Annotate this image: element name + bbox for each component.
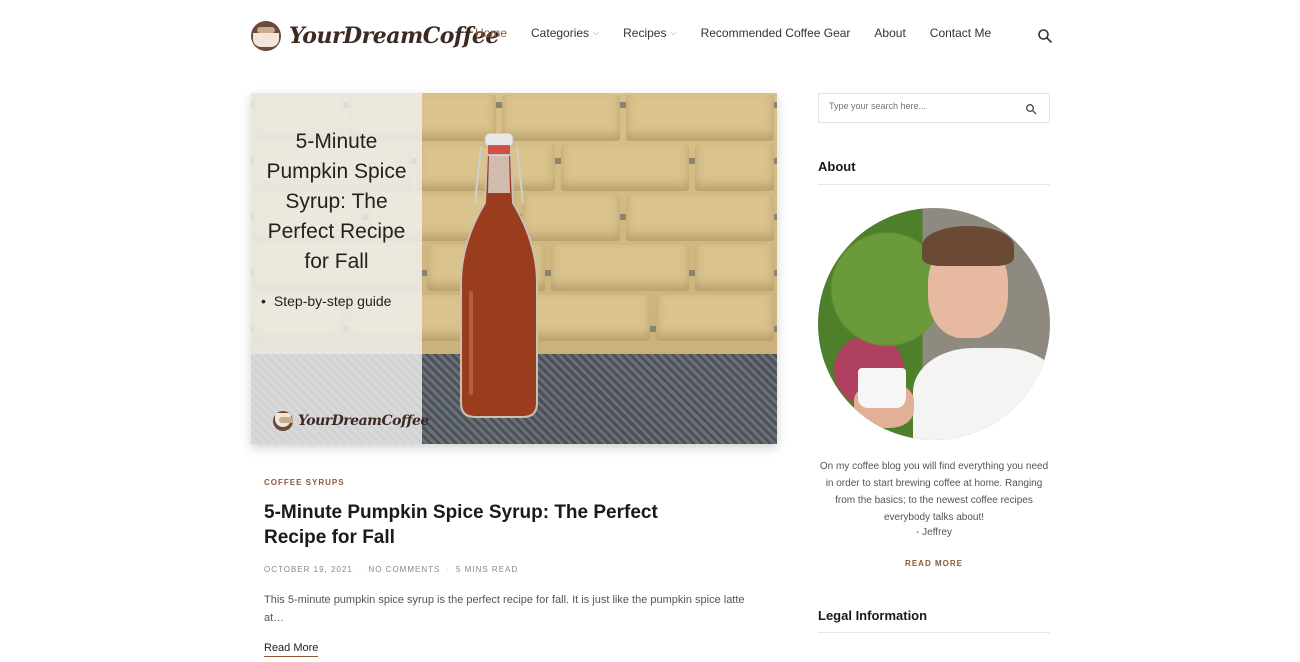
post-meta: OCTOBER 19, 2021 · NO COMMENTS · 5 MINS … xyxy=(264,565,518,574)
featured-post-image[interactable]: 5-Minute Pumpkin Spice Syrup: The Perfec… xyxy=(251,93,777,444)
nav-label: Recipes xyxy=(623,26,667,40)
watermark-text: YourDreamCoffee xyxy=(298,413,429,429)
post-title[interactable]: 5-Minute Pumpkin Spice Syrup: The Perfec… xyxy=(264,500,724,550)
post-date: OCTOBER 19, 2021 xyxy=(264,565,353,574)
post-comments[interactable]: NO COMMENTS xyxy=(368,565,440,574)
nav-label: Contact Me xyxy=(929,26,992,40)
nav-item-recipes[interactable]: Recipes ⌵ xyxy=(623,26,676,40)
nav-item-home[interactable]: Home xyxy=(475,26,507,40)
search-icon[interactable] xyxy=(1037,28,1053,44)
site-logo[interactable]: YourDreamCoffee xyxy=(251,18,499,54)
sidebar-search-input[interactable] xyxy=(829,101,1019,111)
featured-overlay-panel: 5-Minute Pumpkin Spice Syrup: The Perfec… xyxy=(251,93,429,444)
coffee-cup-logo-icon xyxy=(273,411,293,431)
about-widget-title: About xyxy=(818,159,856,174)
about-text: On my coffee blog you will find everythi… xyxy=(819,461,1049,523)
widget-divider xyxy=(818,184,1050,185)
syrup-bottle-illustration xyxy=(460,133,538,418)
sidebar-search xyxy=(818,93,1050,123)
search-icon[interactable] xyxy=(1025,103,1037,115)
chevron-down-icon: ⌵ xyxy=(593,28,600,37)
nav-item-categories[interactable]: Categories ⌵ xyxy=(531,26,599,40)
featured-watermark: YourDreamCoffee xyxy=(273,411,429,431)
coffee-cup-logo-icon xyxy=(251,21,281,51)
featured-overlay-title: 5-Minute Pumpkin Spice Syrup: The Perfec… xyxy=(266,130,407,273)
about-read-more-link[interactable]: READ MORE xyxy=(818,559,1050,568)
main-nav: Home Categories ⌵ Recipes ⌵ Recommended … xyxy=(475,26,1015,40)
read-more-link[interactable]: Read More xyxy=(264,642,319,657)
nav-label: About xyxy=(874,26,906,40)
nav-item-recommended-gear[interactable]: Recommended Coffee Gear xyxy=(701,26,851,40)
nav-item-about[interactable]: About xyxy=(874,26,905,40)
nav-item-contact[interactable]: Contact Me xyxy=(930,26,991,40)
featured-overlay-bullet: Step-by-step guide xyxy=(261,293,392,309)
nav-label: Categories xyxy=(531,26,590,40)
post-excerpt: This 5-minute pumpkin spice syrup is the… xyxy=(264,594,745,624)
nav-label: Home xyxy=(475,26,508,40)
meta-separator: · xyxy=(446,565,451,574)
brand-name: YourDreamCoffee xyxy=(289,23,499,49)
coffee-cup-icon xyxy=(858,368,906,408)
about-signature: - Jeffrey xyxy=(916,527,952,538)
author-avatar xyxy=(818,208,1050,440)
widget-divider xyxy=(818,632,1050,633)
chevron-down-icon: ⌵ xyxy=(670,28,677,37)
meta-separator: · xyxy=(358,565,363,574)
legal-widget-title: Legal Information xyxy=(818,608,928,623)
site-header: YourDreamCoffee Home Categories ⌵ Recipe… xyxy=(0,0,1300,72)
post-read-time: 5 MINS READ xyxy=(456,565,519,574)
nav-label: Recommended Coffee Gear xyxy=(700,26,851,40)
post-category[interactable]: COFFEE SYRUPS xyxy=(264,478,345,487)
